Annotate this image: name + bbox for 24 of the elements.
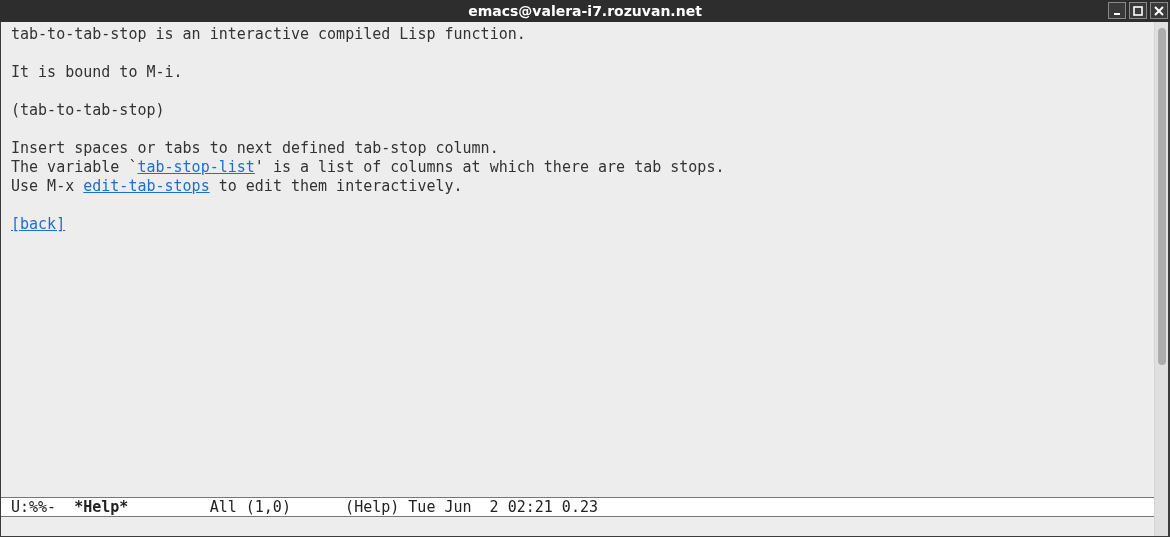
help-text-line: tab-to-tab-stop is an interactive compiled Lisp function. bbox=[11, 25, 527, 44]
help-text-line: Insert spaces or tabs to next defined tab-stop column. bbox=[11, 139, 500, 158]
scrollbar-thumb[interactable] bbox=[1157, 28, 1166, 365]
scrollbar[interactable] bbox=[1154, 22, 1168, 536]
help-text-line: It is bound to M-i. bbox=[11, 63, 184, 82]
help-link[interactable]: tab-stop-list bbox=[137, 158, 255, 176]
help-text: The variable ` bbox=[11, 158, 138, 176]
help-link[interactable]: [back] bbox=[11, 215, 66, 233]
minimize-icon bbox=[1114, 12, 1120, 15]
help-link[interactable]: edit-tab-stops bbox=[83, 177, 210, 195]
buffer-name: *Help* bbox=[74, 497, 129, 516]
maximize-icon bbox=[1133, 5, 1143, 16]
mode-line-status: U:%%- bbox=[11, 497, 57, 516]
mode-line-info: (Help) Tue Jun 2 02:21 0.23 bbox=[345, 497, 598, 516]
maximize-button[interactable] bbox=[1129, 2, 1147, 19]
close-icon bbox=[1154, 5, 1164, 16]
window-title: emacs@valera-i7.rozuvan.net bbox=[468, 1, 702, 21]
close-button[interactable] bbox=[1150, 2, 1168, 19]
help-text: ' is a list of columns at which there are tab stops. bbox=[254, 158, 725, 176]
help-text: Use M-x bbox=[11, 177, 76, 195]
help-text: to edit them interactively. bbox=[217, 177, 463, 195]
help-text-line: (tab-to-tab-stop) bbox=[11, 101, 166, 120]
minimize-button[interactable] bbox=[1108, 2, 1126, 19]
buffer-position: All (1,0) bbox=[209, 497, 291, 516]
